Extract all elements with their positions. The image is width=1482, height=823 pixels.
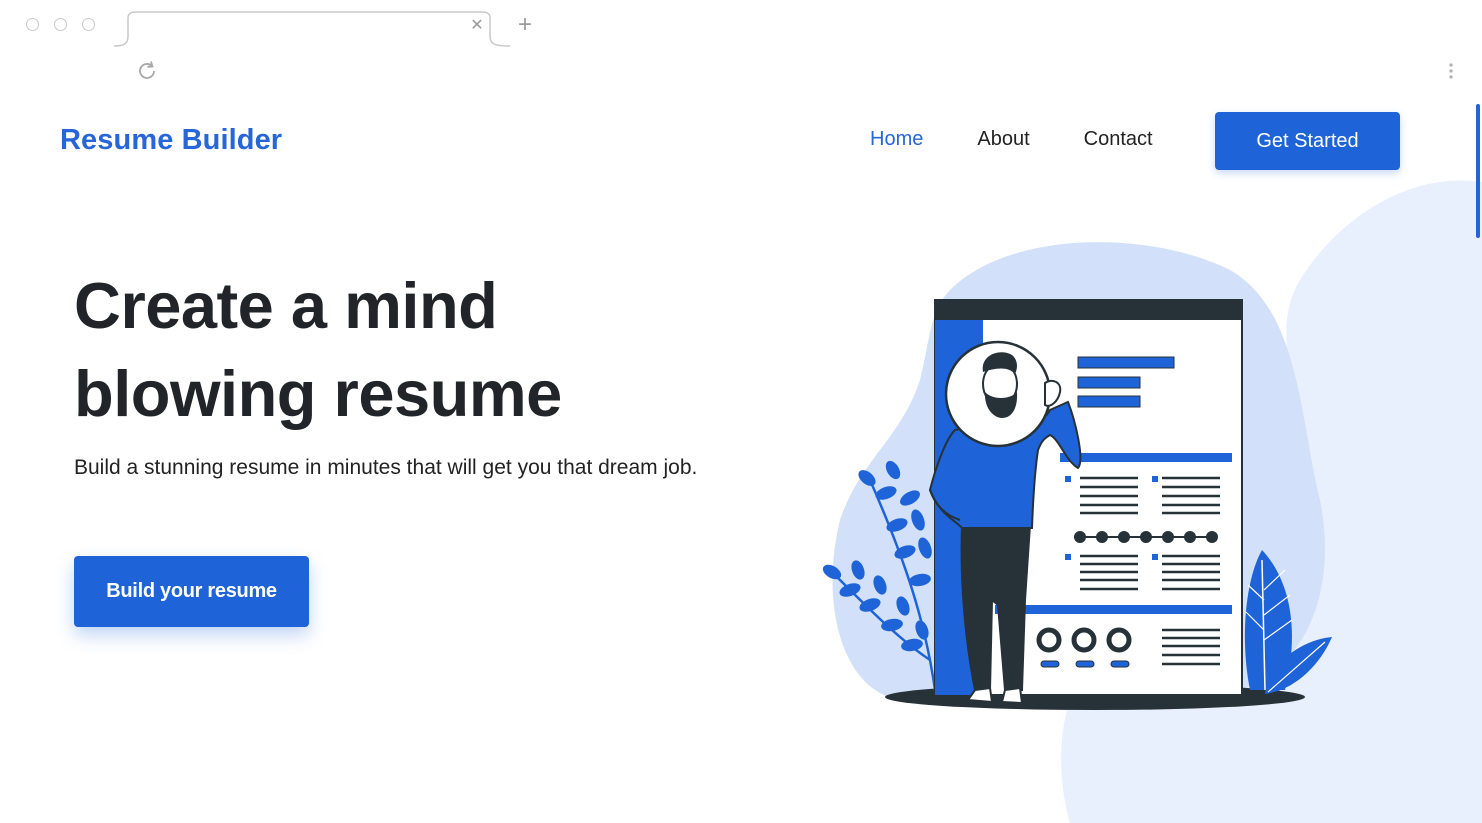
browser-tab[interactable] bbox=[112, 10, 512, 48]
browser-chrome: ✕ + bbox=[0, 0, 1482, 92]
nav-link-contact[interactable]: Contact bbox=[1084, 128, 1153, 151]
close-icon[interactable]: ✕ bbox=[469, 18, 485, 34]
nav-link-home[interactable]: Home bbox=[870, 128, 923, 151]
reload-icon[interactable] bbox=[136, 60, 158, 82]
scrollbar-thumb[interactable] bbox=[1476, 104, 1480, 238]
window-close-dot[interactable] bbox=[26, 18, 39, 31]
hero-title: Create a mind blowing resume bbox=[74, 262, 714, 438]
hero-subtitle: Build a stunning resume in minutes that … bbox=[74, 456, 698, 479]
brand-logo[interactable]: Resume Builder bbox=[60, 124, 282, 157]
build-resume-button[interactable]: Build your resume bbox=[74, 556, 309, 627]
plus-icon[interactable]: + bbox=[514, 13, 536, 37]
resume-illustration bbox=[822, 242, 1332, 710]
main-nav: Home About Contact bbox=[870, 128, 1207, 151]
window-minimize-dot[interactable] bbox=[54, 18, 67, 31]
kebab-menu-icon[interactable] bbox=[1444, 62, 1458, 80]
get-started-button[interactable]: Get Started bbox=[1215, 112, 1400, 170]
hero-title-line-2: blowing resume bbox=[74, 357, 562, 430]
hero-title-line-1: Create a mind bbox=[74, 269, 498, 342]
window-controls bbox=[26, 18, 95, 31]
nav-link-about[interactable]: About bbox=[977, 128, 1029, 151]
window-maximize-dot[interactable] bbox=[82, 18, 95, 31]
